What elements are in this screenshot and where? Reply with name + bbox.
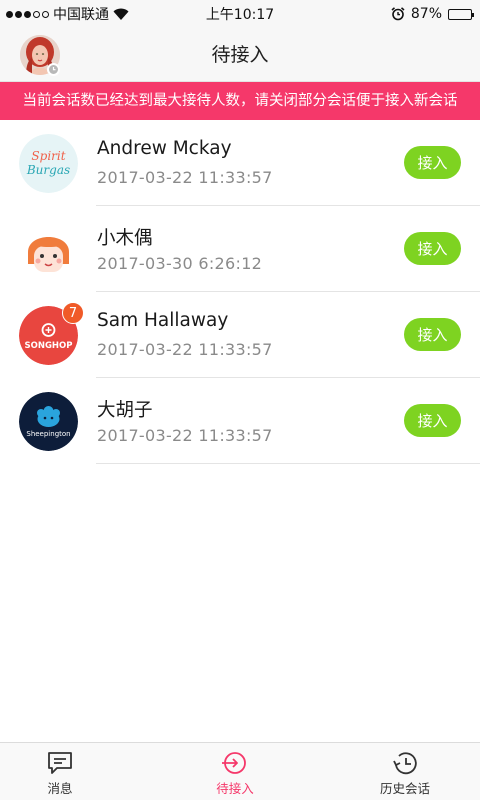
tab-pending[interactable]: 待接入	[175, 743, 295, 800]
status-bar: 中国联通 上午10:17 87%	[0, 0, 480, 28]
history-clock-icon	[393, 752, 417, 775]
tab-label: 消息	[47, 781, 73, 796]
session-item[interactable]: SONGHOP 7 Sam Hallaway 2017-03-22 11:33:…	[0, 292, 480, 378]
avatar-logo-text: Spirit	[31, 149, 65, 163]
battery-percentage: 87%	[410, 6, 442, 22]
signal-strength-icon	[6, 10, 49, 18]
header: 待接入	[0, 28, 480, 82]
customer-avatar: Sheepington	[19, 392, 78, 451]
battery-icon	[448, 8, 474, 20]
accept-button[interactable]: 接入	[404, 232, 461, 265]
avatar-logo-text: SONGHOP	[24, 341, 72, 351]
session-time: 2017-03-30 6:26:12	[97, 254, 263, 273]
wifi-icon	[113, 8, 129, 20]
pending-session-list: Spirit Burgas Andrew Mckay 2017-03-22 11…	[0, 120, 480, 464]
customer-name: Sam Hallaway	[97, 310, 229, 331]
customer-avatar: Spirit Burgas	[19, 134, 78, 193]
session-time: 2017-03-22 11:33:57	[97, 168, 273, 187]
avatar-logo-text: Sheepington	[26, 430, 70, 438]
list-divider	[96, 463, 480, 464]
accept-button[interactable]: 接入	[404, 146, 461, 179]
message-icon	[48, 752, 72, 774]
tab-history[interactable]: 历史会话	[345, 743, 465, 800]
status-bar-left: 中国联通	[6, 4, 129, 24]
accept-button[interactable]: 接入	[404, 318, 461, 351]
customer-name: 小木偶	[97, 228, 153, 249]
session-item[interactable]: 小木偶 2017-03-30 6:26:12 接入	[0, 206, 480, 292]
accept-button[interactable]: 接入	[404, 404, 461, 437]
pending-access-icon	[222, 752, 246, 774]
tab-messages[interactable]: 消息	[0, 743, 120, 800]
session-item[interactable]: Sheepington 大胡子 2017-03-22 11:33:57 接入	[0, 378, 480, 464]
unread-count-badge: 7	[62, 302, 84, 324]
page-title: 待接入	[211, 44, 269, 66]
customer-name: Andrew Mckay	[97, 138, 232, 159]
session-time: 2017-03-22 11:33:57	[97, 426, 273, 445]
tab-label: 待接入	[216, 781, 254, 796]
carrier-name: 中国联通	[53, 7, 109, 23]
max-sessions-alert: 当前会话数已经达到最大接待人数，请关闭部分会话便于接入新会话	[0, 82, 480, 120]
tab-label: 历史会话	[379, 781, 430, 796]
status-bar-right: 87%	[391, 6, 474, 22]
customer-name: 大胡子	[97, 400, 153, 421]
avatar-logo-text: Burgas	[26, 163, 70, 177]
session-item[interactable]: Spirit Burgas Andrew Mckay 2017-03-22 11…	[0, 120, 480, 206]
bottom-tab-bar: 消息 待接入 历史会话	[0, 742, 480, 800]
alarm-clock-icon	[391, 7, 405, 21]
customer-avatar	[19, 220, 78, 279]
session-time: 2017-03-22 11:33:57	[97, 340, 273, 359]
